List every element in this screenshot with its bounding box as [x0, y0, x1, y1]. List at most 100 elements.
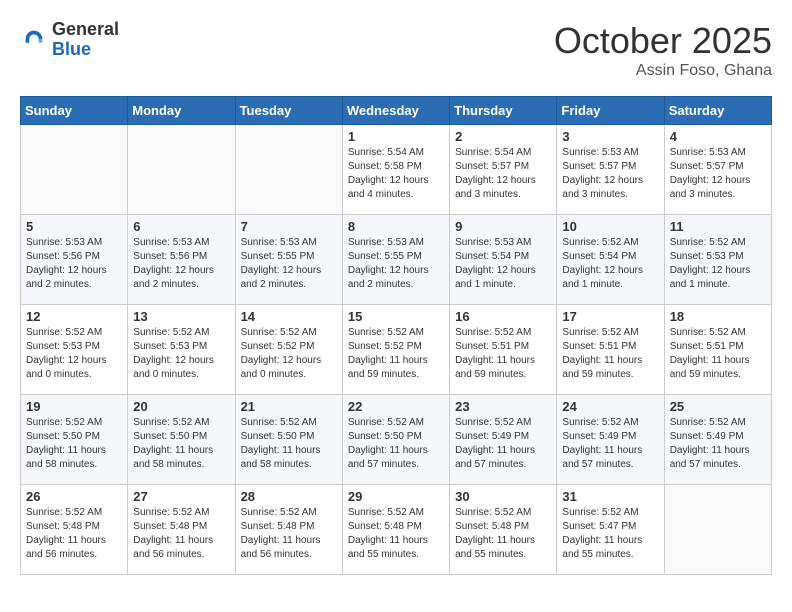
calendar-cell: 10 Sunrise: 5:52 AM Sunset: 5:54 PM Dayli… — [557, 215, 664, 305]
calendar-cell: 15Sunrise: 5:52 AM Sunset: 5:52 PM Dayli… — [342, 305, 449, 395]
location-title: Assin Foso, Ghana — [554, 62, 772, 80]
day-number: 23 — [455, 399, 551, 414]
calendar-cell: 3Sunrise: 5:53 AM Sunset: 5:57 PM Daylig… — [557, 125, 664, 215]
calendar-week-row: 5 Sunrise: 5:53 AM Sunset: 5:56 PM Daylig… — [21, 215, 772, 305]
day-number: 13 — [133, 309, 229, 324]
cell-content: Sunrise: 5:52 AM Sunset: 5:48 PM Dayligh… — [26, 506, 122, 562]
calendar-cell: 20 Sunrise: 5:52 AM Sunset: 5:50 PM Dayli… — [128, 395, 235, 485]
calendar-cell: 13 Sunrise: 5:52 AM Sunset: 5:53 PM Dayli… — [128, 305, 235, 395]
cell-content: Sunrise: 5:53 AM Sunset: 5:55 PM Dayligh… — [241, 236, 337, 292]
calendar-cell — [128, 125, 235, 215]
day-number: 25 — [670, 399, 766, 414]
day-number: 22 — [348, 399, 444, 414]
day-number: 17 — [562, 309, 658, 324]
day-number: 8 — [348, 219, 444, 234]
day-number: 2 — [455, 129, 551, 144]
day-number: 10 — [562, 219, 658, 234]
day-number: 16 — [455, 309, 551, 324]
calendar-cell: 31Sunrise: 5:52 AM Sunset: 5:47 PM Dayli… — [557, 485, 664, 575]
day-number: 7 — [241, 219, 337, 234]
cell-content: Sunrise: 5:52 AM Sunset: 5:53 PM Dayligh… — [670, 236, 766, 292]
cell-content: Sunrise: 5:52 AM Sunset: 5:51 PM Dayligh… — [562, 326, 658, 382]
calendar-cell: 24Sunrise: 5:52 AM Sunset: 5:49 PM Dayli… — [557, 395, 664, 485]
cell-content: Sunrise: 5:52 AM Sunset: 5:49 PM Dayligh… — [670, 416, 766, 472]
cell-content: Sunrise: 5:52 AM Sunset: 5:48 PM Dayligh… — [348, 506, 444, 562]
calendar-cell: 6 Sunrise: 5:53 AM Sunset: 5:56 PM Daylig… — [128, 215, 235, 305]
cell-content: Sunrise: 5:52 AM Sunset: 5:48 PM Dayligh… — [241, 506, 337, 562]
calendar-cell: 2Sunrise: 5:54 AM Sunset: 5:57 PM Daylig… — [450, 125, 557, 215]
calendar-week-row: 1 Sunrise: 5:54 AM Sunset: 5:58 PM Daylig… — [21, 125, 772, 215]
calendar-cell: 19Sunrise: 5:52 AM Sunset: 5:50 PM Dayli… — [21, 395, 128, 485]
cell-content: Sunrise: 5:52 AM Sunset: 5:53 PM Dayligh… — [26, 326, 122, 382]
day-number: 21 — [241, 399, 337, 414]
cell-content: Sunrise: 5:52 AM Sunset: 5:54 PM Dayligh… — [562, 236, 658, 292]
cell-content: Sunrise: 5:53 AM Sunset: 5:55 PM Dayligh… — [348, 236, 444, 292]
calendar-cell: 9 Sunrise: 5:53 AM Sunset: 5:54 PM Daylig… — [450, 215, 557, 305]
weekday-header-saturday: Saturday — [664, 97, 771, 125]
calendar-cell: 28Sunrise: 5:52 AM Sunset: 5:48 PM Dayli… — [235, 485, 342, 575]
day-number: 20 — [133, 399, 229, 414]
calendar-cell: 29 Sunrise: 5:52 AM Sunset: 5:48 PM Dayli… — [342, 485, 449, 575]
calendar-cell: 4 Sunrise: 5:53 AM Sunset: 5:57 PM Daylig… — [664, 125, 771, 215]
day-number: 11 — [670, 219, 766, 234]
cell-content: Sunrise: 5:52 AM Sunset: 5:50 PM Dayligh… — [348, 416, 444, 472]
calendar-week-row: 26Sunrise: 5:52 AM Sunset: 5:48 PM Dayli… — [21, 485, 772, 575]
day-number: 29 — [348, 489, 444, 504]
cell-content: Sunrise: 5:52 AM Sunset: 5:48 PM Dayligh… — [133, 506, 229, 562]
calendar-cell — [235, 125, 342, 215]
calendar-week-row: 12 Sunrise: 5:52 AM Sunset: 5:53 PM Dayli… — [21, 305, 772, 395]
calendar-cell: 30 Sunrise: 5:52 AM Sunset: 5:48 PM Dayli… — [450, 485, 557, 575]
weekday-header-monday: Monday — [128, 97, 235, 125]
logo-icon — [20, 26, 48, 54]
logo-text: General Blue — [52, 20, 119, 60]
month-title: October 2025 — [554, 20, 772, 62]
calendar-cell: 1 Sunrise: 5:54 AM Sunset: 5:58 PM Daylig… — [342, 125, 449, 215]
calendar-cell: 8 Sunrise: 5:53 AM Sunset: 5:55 PM Daylig… — [342, 215, 449, 305]
day-number: 31 — [562, 489, 658, 504]
cell-content: Sunrise: 5:52 AM Sunset: 5:51 PM Dayligh… — [455, 326, 551, 382]
weekday-header-row: SundayMondayTuesdayWednesdayThursdayFrid… — [21, 97, 772, 125]
cell-content: Sunrise: 5:53 AM Sunset: 5:57 PM Dayligh… — [670, 146, 766, 202]
logo-blue-text: Blue — [52, 40, 119, 60]
cell-content: Sunrise: 5:52 AM Sunset: 5:48 PM Dayligh… — [455, 506, 551, 562]
day-number: 6 — [133, 219, 229, 234]
day-number: 27 — [133, 489, 229, 504]
calendar-cell: 7 Sunrise: 5:53 AM Sunset: 5:55 PM Daylig… — [235, 215, 342, 305]
calendar-cell: 18 Sunrise: 5:52 AM Sunset: 5:51 PM Dayli… — [664, 305, 771, 395]
weekday-header-sunday: Sunday — [21, 97, 128, 125]
calendar-week-row: 19Sunrise: 5:52 AM Sunset: 5:50 PM Dayli… — [21, 395, 772, 485]
day-number: 9 — [455, 219, 551, 234]
calendar-cell: 23 Sunrise: 5:52 AM Sunset: 5:49 PM Dayli… — [450, 395, 557, 485]
weekday-header-tuesday: Tuesday — [235, 97, 342, 125]
day-number: 15 — [348, 309, 444, 324]
day-number: 1 — [348, 129, 444, 144]
cell-content: Sunrise: 5:52 AM Sunset: 5:50 PM Dayligh… — [241, 416, 337, 472]
weekday-header-thursday: Thursday — [450, 97, 557, 125]
calendar-cell: 11 Sunrise: 5:52 AM Sunset: 5:53 PM Dayli… — [664, 215, 771, 305]
day-number: 30 — [455, 489, 551, 504]
cell-content: Sunrise: 5:52 AM Sunset: 5:53 PM Dayligh… — [133, 326, 229, 382]
title-block: October 2025 Assin Foso, Ghana — [554, 20, 772, 80]
calendar-cell: 25 Sunrise: 5:52 AM Sunset: 5:49 PM Dayli… — [664, 395, 771, 485]
cell-content: Sunrise: 5:53 AM Sunset: 5:54 PM Dayligh… — [455, 236, 551, 292]
weekday-header-friday: Friday — [557, 97, 664, 125]
cell-content: Sunrise: 5:53 AM Sunset: 5:57 PM Dayligh… — [562, 146, 658, 202]
calendar-table: SundayMondayTuesdayWednesdayThursdayFrid… — [20, 96, 772, 575]
day-number: 18 — [670, 309, 766, 324]
calendar-cell: 22 Sunrise: 5:52 AM Sunset: 5:50 PM Dayli… — [342, 395, 449, 485]
cell-content: Sunrise: 5:52 AM Sunset: 5:50 PM Dayligh… — [133, 416, 229, 472]
calendar-cell: 5Sunrise: 5:53 AM Sunset: 5:56 PM Daylig… — [21, 215, 128, 305]
calendar-cell: 17 Sunrise: 5:52 AM Sunset: 5:51 PM Dayli… — [557, 305, 664, 395]
cell-content: Sunrise: 5:52 AM Sunset: 5:51 PM Dayligh… — [670, 326, 766, 382]
logo: General Blue — [20, 20, 119, 60]
day-number: 24 — [562, 399, 658, 414]
cell-content: Sunrise: 5:52 AM Sunset: 5:49 PM Dayligh… — [455, 416, 551, 472]
day-number: 4 — [670, 129, 766, 144]
calendar-cell: 27 Sunrise: 5:52 AM Sunset: 5:48 PM Dayli… — [128, 485, 235, 575]
day-number: 12 — [26, 309, 122, 324]
cell-content: Sunrise: 5:54 AM Sunset: 5:58 PM Dayligh… — [348, 146, 444, 202]
calendar-cell: 12 Sunrise: 5:52 AM Sunset: 5:53 PM Dayli… — [21, 305, 128, 395]
cell-content: Sunrise: 5:53 AM Sunset: 5:56 PM Dayligh… — [133, 236, 229, 292]
day-number: 14 — [241, 309, 337, 324]
day-number: 5 — [26, 219, 122, 234]
